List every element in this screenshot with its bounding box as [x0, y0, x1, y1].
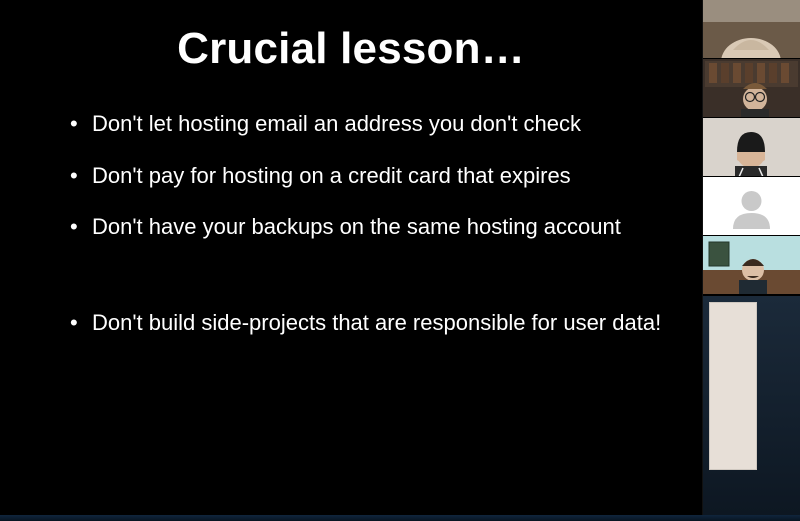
self-view-thumbnail: [709, 302, 757, 470]
self-view[interactable]: [703, 295, 800, 515]
video-call-stage: Crucial lesson… Don't let hosting email …: [0, 0, 800, 515]
participant-video-icon: [703, 118, 800, 177]
participant-video-icon: [703, 236, 800, 295]
avatar-placeholder-icon: [703, 177, 800, 236]
participant-tile[interactable]: [703, 0, 800, 59]
bottom-bar: [0, 515, 800, 521]
participant-video-icon: [703, 59, 800, 118]
participant-tile[interactable]: [703, 236, 800, 295]
shared-slide: Crucial lesson… Don't let hosting email …: [0, 0, 703, 515]
bullet-gap: [70, 265, 662, 309]
slide-title: Crucial lesson…: [40, 24, 662, 74]
participant-strip: [703, 0, 800, 515]
slide-bullet: Don't have your backups on the same host…: [70, 213, 662, 241]
slide-bullet: Don't let hosting email an address you d…: [70, 110, 662, 138]
participant-tile[interactable]: [703, 118, 800, 177]
participant-tile[interactable]: [703, 59, 800, 118]
slide-bullets: Don't let hosting email an address you d…: [40, 110, 662, 336]
participant-video-icon: [703, 0, 800, 59]
participant-tile[interactable]: [703, 177, 800, 236]
slide-bullet: Don't build side-projects that are respo…: [70, 309, 662, 337]
slide-bullet: Don't pay for hosting on a credit card t…: [70, 162, 662, 190]
